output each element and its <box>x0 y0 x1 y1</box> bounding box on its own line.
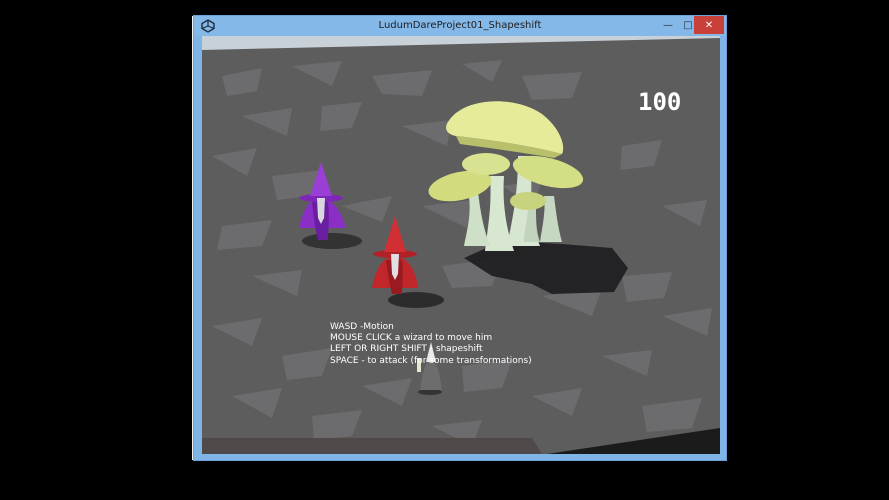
close-button[interactable]: ✕ <box>694 16 724 34</box>
window-title: LudumDareProject01_Shapeshift <box>378 20 542 31</box>
score-counter: 100 <box>638 88 682 116</box>
game-window: LudumDareProject01_Shapeshift — □ ✕ 100 … <box>193 15 727 461</box>
ground-edge <box>202 438 542 454</box>
instruction-line: SPACE - to attack (for some transformati… <box>330 355 532 366</box>
title-bar[interactable]: LudumDareProject01_Shapeshift — □ ✕ <box>194 16 726 36</box>
instruction-line: MOUSE CLICK a wizard to move him <box>330 333 493 344</box>
instruction-line: LEFT OR RIGHT SHIFT - shapeshift <box>330 344 483 355</box>
controls-instructions: WASD -Motion MOUSE CLICK a wizard to mov… <box>330 322 532 367</box>
instruction-line: WASD -Motion <box>330 322 394 332</box>
game-viewport[interactable]: 100 WASD -Motion MOUSE CLICK a wizard to… <box>202 36 720 454</box>
